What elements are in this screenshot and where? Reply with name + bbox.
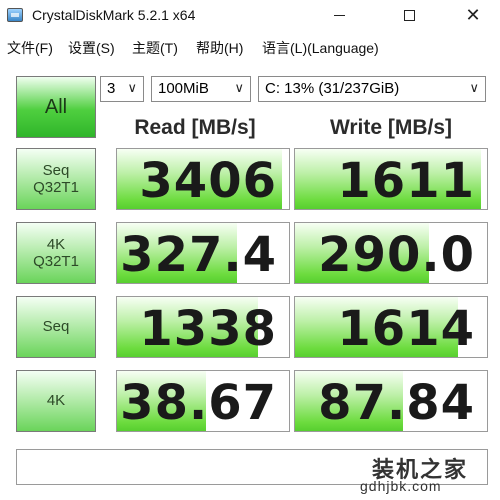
4k-read-cell: 38.67: [116, 370, 290, 432]
app-icon: [7, 8, 23, 22]
menu-theme[interactable]: 主题(T): [132, 38, 178, 58]
chevron-down-icon: ∨: [234, 80, 244, 95]
all-button[interactable]: All: [16, 76, 96, 138]
close-button[interactable]: ✕: [450, 0, 496, 30]
4k-q32t1-read-cell: 327.4: [116, 222, 290, 284]
4k-write-cell: 87.84: [294, 370, 488, 432]
seq-q32t1-button[interactable]: Seq Q32T1: [16, 148, 96, 210]
seq-read-value: 1338: [139, 301, 277, 357]
read-header: Read [MB/s]: [134, 116, 256, 139]
seq-button[interactable]: Seq: [16, 296, 96, 358]
4k-q32t1-write-cell: 290.0: [294, 222, 488, 284]
test-count-value: 3: [107, 80, 116, 97]
seq-write-cell: 1614: [294, 296, 488, 358]
menu-bar: 文件(F) 设置(S) 主题(T) 帮助(H) 语言(L)(Language): [0, 34, 500, 58]
4k-q32t1-button[interactable]: 4K Q32T1: [16, 222, 96, 284]
menu-language[interactable]: 语言(L)(Language): [262, 38, 379, 58]
minimize-icon: [333, 14, 345, 16]
row-label-line1: Seq: [42, 318, 70, 336]
seq-q32t1-read-value: 3406: [139, 153, 277, 209]
menu-file[interactable]: 文件(F): [7, 38, 53, 58]
row-label-line1: 4K: [46, 235, 66, 253]
seq-read-cell: 1338: [116, 296, 290, 358]
test-size-value: 100MiB: [158, 80, 209, 97]
4k-write-value: 87.84: [318, 375, 475, 431]
4k-q32t1-write-value: 290.0: [318, 227, 475, 283]
menu-help[interactable]: 帮助(H): [196, 38, 243, 58]
test-size-select[interactable]: 100MiB ∨: [151, 76, 251, 102]
title-bar: CrystalDiskMark 5.2.1 x64 ✕: [0, 0, 500, 30]
drive-value: C: 13% (31/237GiB): [265, 80, 400, 97]
seq-q32t1-write-cell: 1611: [294, 148, 488, 210]
row-label-line1: Seq: [42, 161, 70, 179]
4k-button[interactable]: 4K: [16, 370, 96, 432]
write-header: Write [MB/s]: [329, 116, 453, 139]
4k-read-value: 38.67: [120, 375, 277, 431]
maximize-icon: [403, 9, 415, 21]
chevron-down-icon: ∨: [127, 80, 137, 95]
seq-write-value: 1614: [337, 301, 475, 357]
row-label-line2: Q32T1: [33, 179, 79, 196]
test-count-select[interactable]: 3 ∨: [100, 76, 144, 102]
window-title: CrystalDiskMark 5.2.1 x64: [32, 7, 196, 23]
row-label-line1: 4K: [46, 392, 66, 410]
maximize-button[interactable]: [386, 0, 432, 30]
drive-select[interactable]: C: 13% (31/237GiB) ∨: [258, 76, 486, 102]
close-icon: ✕: [465, 4, 481, 25]
chevron-down-icon: ∨: [469, 80, 479, 95]
menu-settings[interactable]: 设置(S): [68, 38, 115, 58]
minimize-button[interactable]: [316, 0, 362, 30]
row-label-line2: Q32T1: [33, 253, 79, 270]
seq-q32t1-write-value: 1611: [337, 153, 475, 209]
4k-q32t1-read-value: 327.4: [120, 227, 277, 283]
seq-q32t1-read-cell: 3406: [116, 148, 290, 210]
watermark-url: gdhjbk.com: [360, 478, 442, 494]
